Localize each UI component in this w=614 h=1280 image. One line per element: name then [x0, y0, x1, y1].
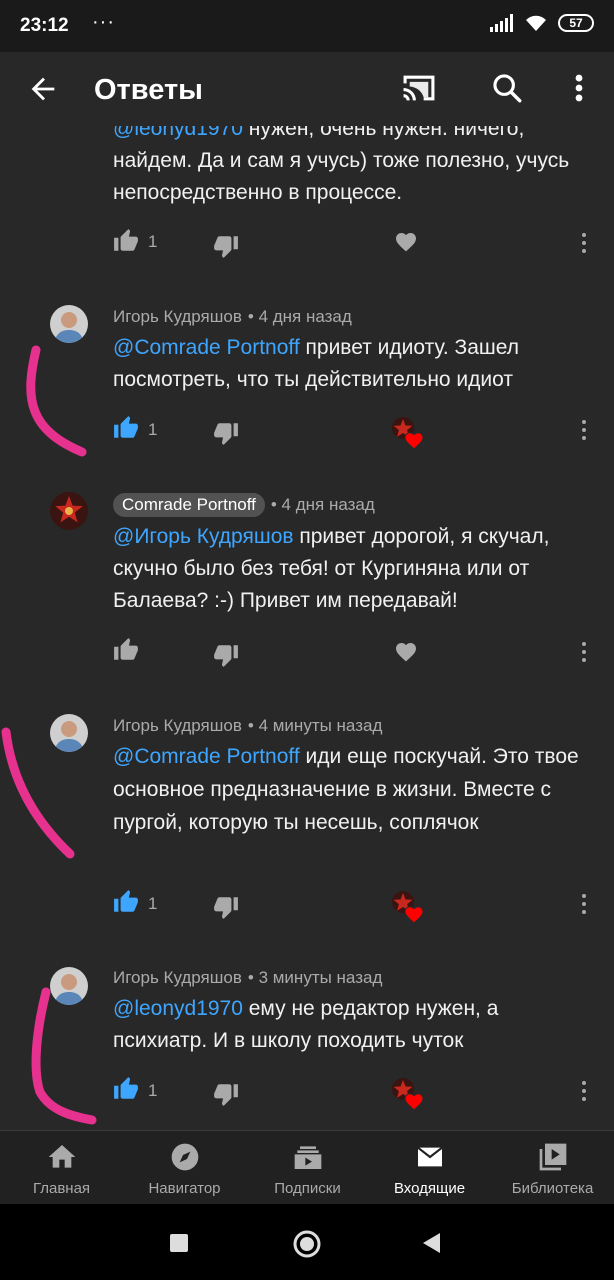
like-icon[interactable]: [113, 889, 139, 915]
like-count: 1: [148, 232, 158, 251]
signal-icon: [490, 14, 513, 32]
avatar[interactable]: [50, 305, 88, 343]
nav-home[interactable]: Главная: [0, 1131, 123, 1205]
nav-subscriptions[interactable]: Подписки: [246, 1131, 369, 1205]
home-circle-icon[interactable]: [293, 1230, 321, 1258]
author-chip[interactable]: Comrade Portnoff: [113, 493, 265, 517]
page-title: Ответы: [94, 74, 203, 106]
app-bar: Ответы: [0, 52, 614, 126]
system-navigation-bar: [0, 1204, 614, 1280]
inbox-icon: [416, 1146, 443, 1167]
wifi-icon: [526, 15, 546, 31]
dislike-icon[interactable]: [213, 233, 239, 259]
compass-icon: [171, 1143, 198, 1171]
comment-meta: Comrade Portnoff • 4 дня назад: [113, 493, 375, 517]
avatar[interactable]: [50, 967, 88, 1005]
like-count: 1: [148, 420, 158, 439]
heart-icon[interactable]: [394, 640, 418, 664]
home-icon: [48, 1145, 75, 1168]
status-time: 23:12: [20, 15, 69, 36]
comment-mention[interactable]: @leonyd1970: [113, 126, 243, 140]
avatar[interactable]: [50, 492, 88, 530]
bottom-navigation: Главная Навигатор Подписки Входящие Библ…: [0, 1130, 614, 1204]
like-icon[interactable]: [113, 415, 139, 441]
comment-author[interactable]: Игорь Кудряшов: [113, 307, 242, 327]
like-icon[interactable]: [113, 1076, 139, 1102]
battery-indicator: 57: [558, 14, 594, 32]
comment-more-icon[interactable]: [576, 418, 592, 442]
like-icon[interactable]: [113, 637, 139, 663]
comment-more-icon[interactable]: [576, 231, 592, 255]
nav-label: Библиотека: [511, 1180, 594, 1197]
creator-heart-icon: [392, 1078, 424, 1111]
comment-time: • 4 дня назад: [270, 495, 375, 514]
more-vert-icon[interactable]: [566, 71, 592, 105]
heart-icon[interactable]: [394, 230, 418, 254]
subscriptions-icon: [294, 1146, 321, 1169]
nav-label: Входящие: [393, 1180, 466, 1197]
comment-author[interactable]: Игорь Кудряшов: [113, 968, 242, 988]
dislike-icon[interactable]: [213, 894, 239, 920]
comment-more-icon[interactable]: [576, 892, 592, 916]
nav-inbox[interactable]: Входящие: [368, 1131, 491, 1205]
like-count: 1: [148, 1081, 158, 1100]
recents-icon[interactable]: [170, 1234, 188, 1252]
avatar[interactable]: [50, 714, 88, 752]
comment-time: • 4 минуты назад: [247, 716, 383, 735]
creator-heart-icon: [392, 417, 424, 450]
creator-heart-icon: [392, 891, 424, 924]
nav-explore[interactable]: Навигатор: [123, 1131, 246, 1205]
comment-mention[interactable]: @Comrade Portnoff: [113, 336, 300, 359]
back-triangle-icon[interactable]: [422, 1232, 442, 1254]
comment-author[interactable]: Игорь Кудряшов: [113, 716, 242, 736]
nav-label: Главная: [32, 1180, 91, 1197]
comment-meta: Игорь Кудряшов • 4 дня назад: [113, 307, 352, 327]
comment-text: @Comrade Portnoff привет идиоту. Зашел п…: [113, 332, 583, 396]
comment-mention[interactable]: @Игорь Кудряшов: [113, 525, 294, 548]
nav-library[interactable]: Библиотека: [491, 1131, 614, 1205]
dislike-icon[interactable]: [213, 1081, 239, 1107]
comment-text: @Comrade Portnoff иди еще поскучай. Это …: [113, 740, 583, 839]
comment-more-icon[interactable]: [576, 1079, 592, 1103]
search-icon[interactable]: [490, 71, 524, 105]
comment-time: • 3 минуты назад: [247, 968, 383, 987]
replies-list[interactable]: @leonyd1970 нужен, очень нужен. ничего, …: [0, 126, 614, 1130]
comment-mention[interactable]: @Comrade Portnoff: [113, 745, 300, 768]
like-count: 1: [148, 894, 158, 913]
back-arrow-icon[interactable]: [26, 72, 60, 106]
status-bar: 23:12 ··· 57: [0, 0, 614, 52]
dislike-icon[interactable]: [213, 642, 239, 668]
like-icon[interactable]: [113, 228, 139, 254]
comment-text: @leonyd1970 нужен, очень нужен. ничего, …: [113, 126, 583, 209]
comment-more-icon[interactable]: [576, 640, 592, 664]
nav-label: Навигатор: [148, 1180, 221, 1197]
comment-meta: Игорь Кудряшов • 4 минуты назад: [113, 716, 382, 736]
library-icon: [539, 1143, 566, 1171]
dislike-icon[interactable]: [213, 420, 239, 446]
comment-meta: Игорь Кудряшов • 3 минуты назад: [113, 968, 382, 988]
comment-mention[interactable]: @leonyd1970: [113, 997, 243, 1020]
cast-icon[interactable]: [400, 71, 438, 105]
comment-text: @Игорь Кудряшов привет дорогой, я скучал…: [113, 521, 583, 617]
comment-time: • 4 дня назад: [247, 307, 352, 326]
status-dots: ···: [92, 11, 115, 33]
nav-label: Подписки: [274, 1180, 341, 1197]
comment-text: @leonyd1970 ему не редактор нужен, а пси…: [113, 993, 583, 1057]
